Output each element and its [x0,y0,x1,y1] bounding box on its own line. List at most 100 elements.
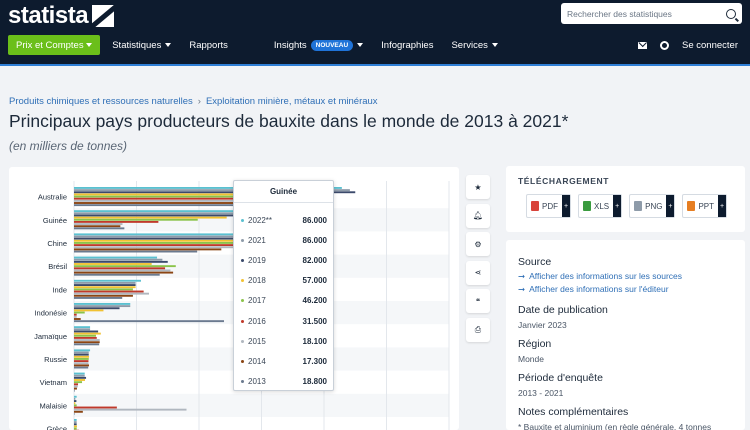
login-link[interactable]: Se connecter [682,40,738,51]
nav-infographies[interactable]: Infographies [381,40,433,51]
bar[interactable] [74,244,249,247]
download-main[interactable]: PNG [630,195,666,217]
nav-statistiques[interactable]: Statistiques [112,40,172,51]
bar[interactable] [74,292,149,295]
bar[interactable] [74,218,198,221]
bar[interactable] [74,297,123,299]
download-pdf-button[interactable]: PDF + [526,194,571,218]
bar[interactable] [74,284,136,286]
bar[interactable] [74,358,89,360]
nav-rapports[interactable]: Rapports [189,40,228,51]
bar[interactable] [74,265,176,268]
bar[interactable] [74,343,100,346]
bar[interactable] [74,279,141,282]
search-box[interactable]: Rechercher des statistiques [561,3,742,24]
bar[interactable] [74,256,158,259]
bar[interactable] [74,351,89,354]
bar[interactable] [74,334,96,337]
bar[interactable] [74,402,76,405]
bar[interactable] [74,389,75,392]
bar[interactable] [74,303,131,305]
bar[interactable] [74,397,76,400]
bar[interactable] [74,305,131,308]
bar[interactable] [74,269,171,272]
bar[interactable] [74,307,120,310]
download-xls-button[interactable]: XLS + [578,194,623,218]
bar[interactable] [74,216,227,219]
bar[interactable] [74,313,77,316]
bar[interactable] [74,419,77,421]
bar[interactable] [74,271,174,274]
breadcrumb-item-1[interactable]: Produits chimiques et ressources naturel… [9,96,193,107]
bar[interactable] [74,360,89,363]
bar[interactable] [74,336,97,339]
bar[interactable] [74,309,104,312]
bar[interactable] [74,362,89,365]
bar[interactable] [74,349,91,352]
bar[interactable] [74,383,79,386]
bar[interactable] [74,326,91,329]
bar[interactable] [74,341,100,344]
notification-button[interactable]: 🔔︎ [466,203,490,228]
bar[interactable] [74,332,101,335]
bar[interactable] [74,315,77,318]
bar[interactable] [74,273,160,276]
bar[interactable] [74,353,89,356]
download-main[interactable]: PDF [527,195,562,217]
bar[interactable] [74,294,133,297]
search-icon[interactable] [726,8,736,19]
bar[interactable] [74,290,144,293]
bar[interactable] [74,355,89,358]
bar[interactable] [74,248,222,251]
bar[interactable] [74,281,136,284]
bar[interactable] [74,387,77,390]
bar[interactable] [74,263,152,265]
bar[interactable] [74,330,99,333]
mail-icon[interactable] [638,41,648,49]
share-button[interactable]: ⋖ [466,260,490,285]
bar[interactable] [74,374,85,377]
settings-button[interactable]: ⚙ [466,232,490,256]
bar[interactable] [74,225,121,228]
globe-icon[interactable] [660,40,670,50]
bar[interactable] [74,267,166,270]
bar[interactable] [74,406,117,409]
bar[interactable] [74,227,125,230]
bar[interactable] [74,339,100,341]
bar[interactable] [74,381,83,384]
breadcrumb-item-2[interactable]: Exploitation minière, métaux et minéraux [206,96,378,107]
download-ppt-button[interactable]: PPT + [682,194,728,218]
bar[interactable] [74,246,249,249]
prix-et-comptes-button[interactable]: Prix et Comptes [8,35,101,55]
favorite-button[interactable]: ★ [466,175,490,199]
plus-icon[interactable]: + [718,195,727,217]
cite-button[interactable]: ❝ [466,289,490,313]
bar[interactable] [74,320,224,323]
bar[interactable] [74,385,78,388]
bar[interactable] [74,395,77,398]
bar[interactable] [74,404,77,407]
bar[interactable] [74,250,198,253]
bar[interactable] [74,364,89,367]
statista-logo[interactable]: statista [8,2,115,29]
plus-icon[interactable]: + [666,195,675,217]
bar[interactable] [74,318,81,320]
bar[interactable] [74,413,75,415]
bar[interactable] [74,372,85,375]
bar[interactable] [74,408,187,411]
plus-icon[interactable]: + [562,195,570,217]
bar[interactable] [74,328,91,331]
bar[interactable] [74,421,77,424]
source-link-publisher[interactable]: ➞ Afficher des informations sur l'éditeur [518,284,669,295]
bar[interactable] [74,366,89,369]
bar[interactable] [74,242,257,244]
bar[interactable] [74,286,136,289]
bar[interactable] [74,410,83,413]
search-input[interactable]: Rechercher des statistiques [567,9,726,19]
print-button[interactable]: ⎙ [466,317,490,342]
download-main[interactable]: XLS [579,195,613,217]
nav-services[interactable]: Services [451,40,498,51]
plus-icon[interactable]: + [613,195,622,217]
nav-insights[interactable]: Insights NOUVEAU [274,39,364,51]
bar[interactable] [74,427,77,430]
